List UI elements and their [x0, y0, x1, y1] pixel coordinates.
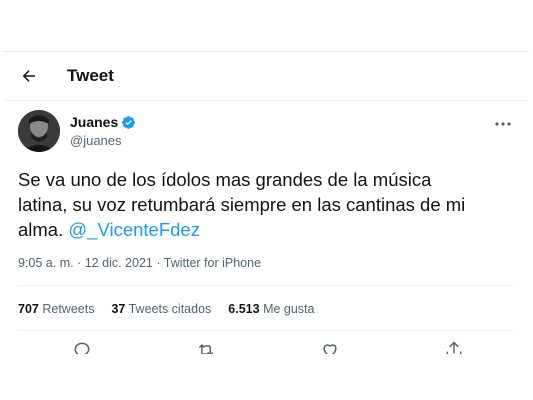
retweet-button[interactable]	[196, 340, 216, 354]
tweet-time[interactable]: 9:05 a. m.	[18, 256, 74, 270]
tweet-date[interactable]: 12 dic. 2021	[85, 256, 153, 270]
share-icon	[446, 341, 462, 354]
quotes-stat[interactable]: 37 Tweets citados	[111, 302, 211, 316]
tweet-card: Tweet Juanes @juanes Se va uno de los íd…	[4, 51, 529, 354]
tweet-text-segment: alma.	[18, 219, 64, 240]
likes-count: 6.513	[228, 302, 260, 316]
tweet-text: Se va uno de los ídolos mas grandes de l…	[18, 167, 510, 242]
author-name-row: Juanes	[70, 114, 136, 130]
meta-separator: ·	[156, 256, 161, 270]
page-title: Tweet	[67, 66, 114, 85]
meta-separator: ·	[77, 256, 82, 270]
likes-label: Me gusta	[263, 302, 315, 316]
more-icon	[495, 122, 511, 126]
likes-stat[interactable]: 6.513 Me gusta	[228, 302, 314, 316]
retweets-count: 707	[18, 302, 39, 316]
divider	[18, 285, 515, 286]
retweet-icon	[198, 343, 214, 354]
share-button[interactable]	[444, 340, 464, 354]
tweet-actions	[4, 340, 529, 354]
retweets-label: Retweets	[42, 302, 95, 316]
quotes-label: Tweets citados	[128, 302, 212, 316]
tweet-source-link[interactable]: Twitter for iPhone	[164, 256, 261, 270]
avatar[interactable]	[18, 110, 60, 152]
tweet-header: Tweet	[4, 52, 529, 101]
reply-button[interactable]	[72, 340, 92, 354]
more-options-button[interactable]	[494, 116, 512, 126]
tweet-stats: 707 Retweets 37 Tweets citados 6.513 Me …	[18, 302, 331, 316]
tweet-author: Juanes @juanes	[18, 110, 518, 156]
tweet-text-line: alma. @_VicenteFdez	[18, 217, 510, 242]
heart-icon	[323, 344, 337, 354]
quotes-count: 37	[111, 302, 126, 316]
retweets-stat[interactable]: 707 Retweets	[18, 302, 94, 316]
author-name[interactable]: Juanes	[70, 114, 118, 130]
tweet-metadata: 9:05 a. m. · 12 dic. 2021 · Twitter for …	[18, 256, 261, 270]
profile-photo	[18, 110, 60, 152]
mention-link[interactable]: @_VicenteFdez	[68, 219, 200, 240]
like-button[interactable]	[320, 340, 340, 354]
author-handle[interactable]: @juanes	[70, 133, 122, 148]
arrow-left-icon	[22, 70, 35, 82]
tweet-text-line: Se va uno de los ídolos mas grandes de l…	[18, 169, 432, 190]
verified-badge-icon	[121, 115, 136, 130]
tweet-text-line: latina, su voz retumbará siempre en las …	[18, 194, 466, 215]
reply-icon	[74, 342, 90, 354]
back-button[interactable]	[18, 65, 40, 87]
divider	[18, 330, 515, 331]
